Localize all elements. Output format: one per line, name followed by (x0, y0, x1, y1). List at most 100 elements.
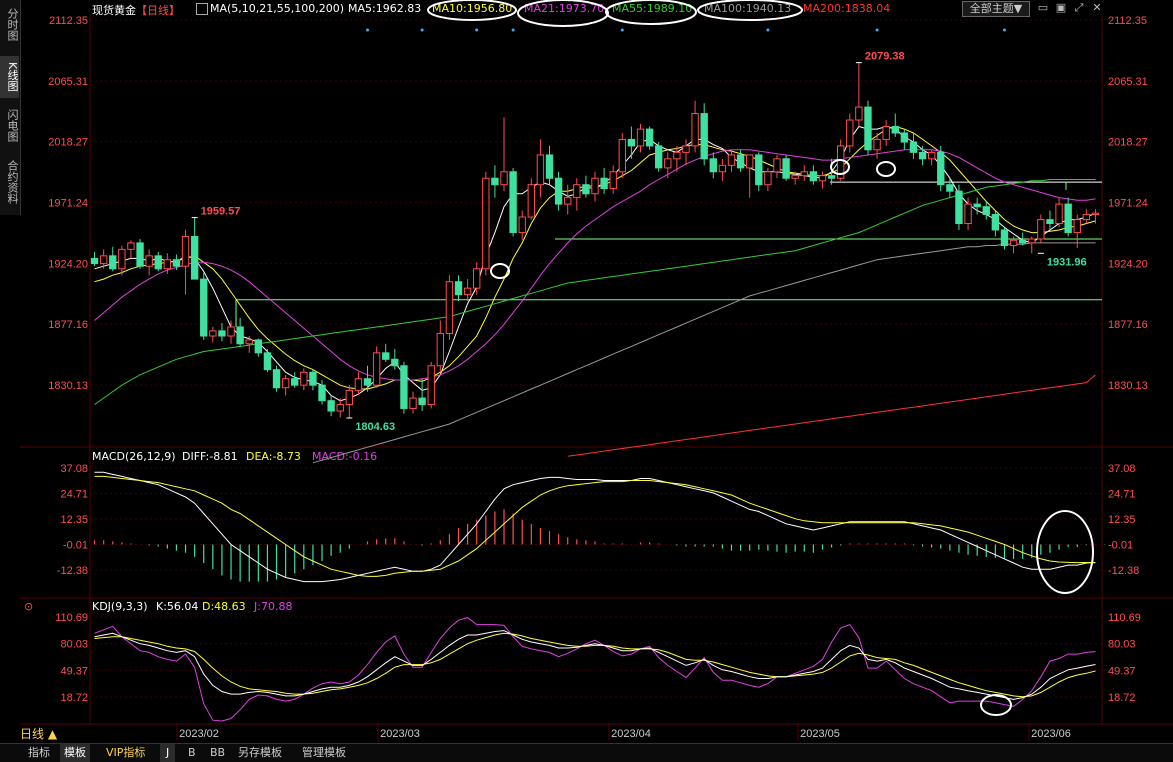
candle-body (700, 113, 708, 160)
candle-body (564, 197, 572, 205)
price-axis-tick-right: 1924.20 (1108, 258, 1148, 270)
macd-axis-tick-right: 37.08 (1108, 463, 1136, 475)
tab-j[interactable]: J (160, 744, 176, 762)
tab-manage-template[interactable]: 管理模板 (302, 744, 346, 762)
candle-body (436, 332, 445, 367)
kdj-axis-tick-right: 18.72 (1108, 692, 1136, 704)
candle-body (1028, 238, 1036, 244)
kdj-axis-tick-left: 80.03 (60, 639, 88, 651)
candle-body (927, 151, 936, 160)
candle-body (964, 203, 972, 225)
candle-body (909, 141, 918, 153)
tab-bb[interactable]: BB (210, 744, 225, 762)
kdj-axis-tick-left: 110.69 (55, 612, 88, 624)
ma200-line (567, 374, 1096, 457)
candle-body (609, 171, 617, 190)
tab-b[interactable]: B (188, 744, 196, 762)
candle-body (1055, 203, 1063, 225)
candle-body (463, 287, 472, 296)
price-axis-tick-left: 1830.13 (48, 380, 88, 392)
candle-body (1018, 239, 1027, 244)
price-axis-tick-left: 1877.16 (48, 319, 88, 331)
macd-dea-line (94, 475, 1096, 577)
x-axis-label: 2023/06 (1031, 728, 1071, 740)
candle-body (809, 171, 818, 182)
candle-body (518, 216, 526, 234)
tab-vip-indicator[interactable]: VIP指标 (106, 744, 145, 762)
candle-body (827, 175, 836, 179)
candle-body (1073, 219, 1081, 234)
candle-body (190, 235, 199, 280)
candle-body (782, 158, 790, 179)
price-axis-tick-left: 1924.20 (48, 258, 88, 270)
extreme-price-label: 1804.63 (355, 421, 395, 433)
signal-dot (766, 28, 770, 32)
candle-body (372, 352, 381, 386)
tab-save-template[interactable]: 另存模板 (238, 744, 282, 762)
candle-body (1091, 212, 1100, 215)
candle-body (427, 365, 435, 406)
macd-axis-tick-right: 24.71 (1108, 489, 1136, 501)
candle-body (746, 154, 754, 169)
candle-body (636, 128, 645, 147)
candle-body (973, 203, 981, 208)
candle-body (664, 158, 672, 169)
macd-axis-tick-right: 12.35 (1108, 514, 1136, 526)
candle-body (491, 177, 499, 186)
x-axis-label: 2023/05 (800, 728, 840, 740)
candle-body (309, 371, 317, 386)
candle-body (900, 132, 909, 143)
candle-body (263, 352, 272, 371)
candle-body (682, 145, 690, 153)
signal-dot (366, 28, 370, 32)
tab-template[interactable]: 模板 (60, 744, 90, 762)
macd-highlight-ellipse (1036, 510, 1094, 594)
candle-body (127, 242, 135, 250)
ma10-line (94, 125, 1096, 390)
signal-dot (875, 28, 879, 32)
candle-body (500, 171, 508, 186)
candle-body (272, 369, 281, 389)
candle-body (418, 397, 426, 406)
extreme-price-label: 2079.38 (865, 51, 905, 63)
candle-body (573, 184, 581, 199)
candle-body (245, 339, 253, 345)
candle-body (864, 106, 872, 151)
kdj-axis-tick-right: 80.03 (1108, 639, 1136, 651)
candle-body (473, 268, 481, 289)
candle-body (281, 378, 290, 389)
candle-body (618, 138, 626, 173)
candle-body (527, 184, 535, 218)
candle-body (254, 339, 263, 354)
candle-body (855, 106, 863, 121)
macd-axis-tick-left: -0.01 (63, 539, 88, 551)
candle-body (1082, 213, 1091, 221)
candle-body (791, 175, 799, 179)
period-selector[interactable]: 日线 ▲ (20, 726, 85, 742)
price-axis-tick-right: 2112.35 (1108, 15, 1147, 27)
candle-body (591, 177, 599, 195)
price-axis-tick-right: 2018.27 (1108, 137, 1148, 149)
tab-indicator[interactable]: 指标 (28, 744, 50, 762)
kline-chart[interactable]: 2112.35 2112.35 2065.31 2065.31 2018.27 2018.… (0, 0, 1173, 743)
candle-body (691, 113, 699, 147)
candle-body (136, 242, 144, 267)
candle-body (709, 158, 717, 173)
candle-body (227, 326, 235, 337)
candle-body (545, 154, 554, 179)
candle-body (764, 171, 772, 186)
candle-body (1000, 229, 1009, 246)
candle-body (1046, 219, 1054, 225)
candle-body (181, 235, 190, 267)
candle-body (727, 154, 736, 166)
candle-body (800, 171, 808, 177)
header-highlight-ellipse (427, 0, 517, 21)
candle-body (90, 257, 99, 265)
candle-body (145, 255, 153, 267)
kdj-d-line (94, 632, 1096, 698)
candle-body (755, 154, 763, 186)
candle-body (209, 330, 217, 337)
price-axis-tick-right: 1971.24 (1108, 198, 1148, 210)
candle-body (454, 281, 463, 296)
candle-body (200, 278, 208, 337)
